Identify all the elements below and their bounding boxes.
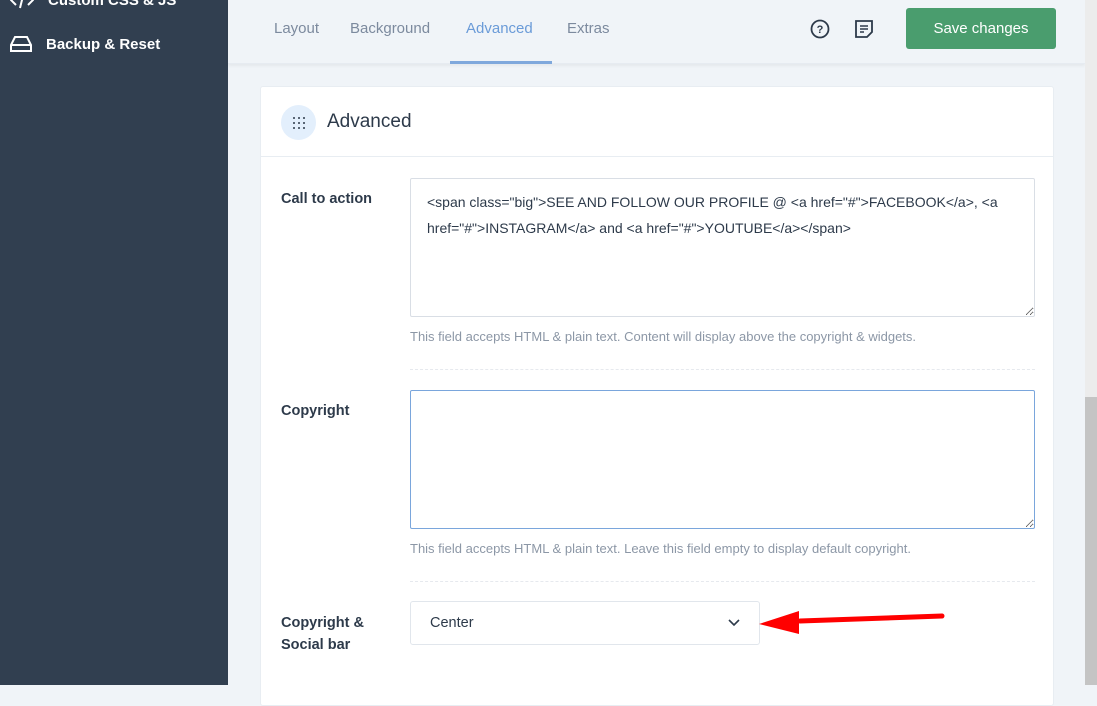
top-bar: Layout Background Advanced Extras ? Save… — [228, 0, 1085, 64]
copyright-help: This field accepts HTML & plain text. Le… — [410, 541, 911, 556]
sidebar-item-backup-reset[interactable]: Backup & Reset — [10, 34, 160, 54]
notes-icon[interactable] — [853, 18, 875, 40]
social-bar-label-line1: Copyright & — [281, 615, 364, 631]
active-tab-indicator — [450, 61, 552, 64]
sidebar-item-label: Custom CSS & JS — [48, 0, 177, 9]
tab-background[interactable]: Background — [350, 20, 430, 37]
save-changes-button[interactable]: Save changes — [906, 8, 1056, 49]
sidebar-item-label: Backup & Reset — [46, 35, 161, 53]
scrollbar-thumb[interactable] — [1085, 397, 1097, 685]
sidebar-item-custom-css-js[interactable]: Custom CSS & JS — [10, 0, 176, 10]
tab-advanced[interactable]: Advanced — [466, 20, 533, 37]
drive-icon — [10, 36, 32, 52]
sidebar: Custom CSS & JS Backup & Reset — [0, 0, 228, 685]
tab-extras[interactable]: Extras — [567, 20, 610, 37]
card-title: Advanced — [327, 111, 412, 132]
call-to-action-label: Call to action — [281, 191, 373, 207]
copyright-social-bar-select[interactable]: Center — [410, 601, 760, 645]
divider — [410, 581, 1035, 582]
social-bar-label-line2: Social bar — [281, 637, 351, 653]
red-arrow-annotation — [759, 611, 945, 634]
help-icon[interactable]: ? — [809, 18, 831, 40]
tab-layout[interactable]: Layout — [274, 20, 319, 37]
select-value: Center — [430, 615, 474, 631]
copyright-label: Copyright — [281, 403, 350, 419]
chevron-down-icon — [728, 619, 740, 627]
grid-dots-icon — [281, 105, 316, 140]
code-icon — [10, 0, 34, 9]
card-header: Advanced — [261, 87, 1053, 157]
scrollbar[interactable] — [1085, 0, 1097, 685]
call-to-action-help: This field accepts HTML & plain text. Co… — [410, 329, 917, 344]
svg-text:?: ? — [817, 24, 824, 36]
divider — [410, 369, 1035, 370]
copyright-textarea[interactable] — [410, 390, 1035, 529]
call-to-action-textarea[interactable]: <span class="big">SEE AND FOLLOW OUR PRO… — [410, 178, 1035, 317]
